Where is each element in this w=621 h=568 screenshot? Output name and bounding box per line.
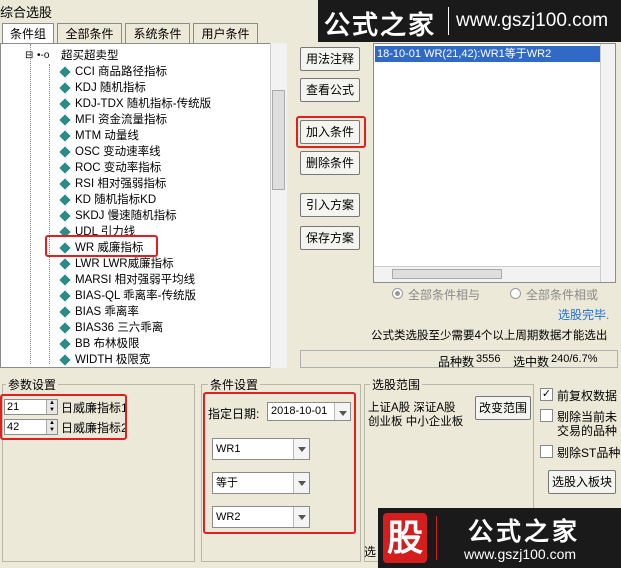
tree-item[interactable]: MFI 资金流量指标 — [1, 112, 271, 128]
indicator-icon — [59, 98, 71, 110]
or-radio-label: 全部条件相或 — [526, 288, 599, 302]
watermark-brand-bottom: 公式之家 — [468, 518, 581, 546]
watermark-url-bottom: www.gszj100.com — [464, 546, 577, 562]
tree-item[interactable]: SKDJ 慢速随机指标 — [1, 208, 271, 224]
tab-user-conditions[interactable]: 用户条件 — [193, 23, 258, 44]
total-label: 品种数 — [438, 355, 475, 369]
change-range-button[interactable]: 改变范围 — [475, 396, 531, 420]
tree-scrollbar-thumb[interactable] — [272, 90, 285, 190]
range-bottom-label: 选 — [364, 545, 377, 559]
indicator-icon — [59, 290, 71, 302]
select-to-block-button[interactable]: 选股入板块 — [548, 470, 616, 494]
condition-list[interactable]: 18-10-01 WR(21,42):WR1等于WR2 — [373, 43, 616, 283]
exclude-st-checkbox[interactable] — [540, 445, 553, 458]
indicator-icon — [59, 82, 71, 94]
indicator-icon — [59, 66, 71, 78]
tree-item[interactable]: WIDTH 极限宽 — [1, 352, 271, 367]
total-value: 3556 — [476, 353, 501, 365]
condition-list-item[interactable]: 18-10-01 WR(21,42):WR1等于WR2 — [375, 46, 601, 62]
highlight-add-button — [296, 116, 366, 148]
tree-item[interactable]: KDJ-TDX 随机指标-传统版 — [1, 96, 271, 112]
tree-item[interactable]: KD 随机指标KD — [1, 192, 271, 208]
import-plan-button[interactable]: 引入方案 — [300, 193, 360, 217]
status-done: 选股完毕. — [558, 308, 610, 322]
and-radio[interactable] — [392, 288, 403, 299]
tree-root-node[interactable]: ⊟ •-o 超买超卖型 — [1, 48, 271, 64]
status-note: 公式类选股至少需要4个以上周期数据才能选出 — [371, 330, 608, 342]
highlight-cond-settings — [203, 392, 356, 534]
status-bar: 品种数 3556 选中数 240/6.7% — [300, 350, 618, 369]
exclude-st-label: 剔除ST品种 — [557, 446, 621, 460]
and-radio-label: 全部条件相与 — [408, 288, 481, 302]
tree-item[interactable]: CCI 商品路径指标 — [1, 64, 271, 80]
condition-list-hscroll-thumb[interactable] — [392, 269, 502, 279]
or-radio[interactable] — [510, 288, 521, 299]
tree-item[interactable]: LWR LWR威廉指标 — [1, 256, 271, 272]
tree-item[interactable]: BIAS 乖离率 — [1, 304, 271, 320]
watermark-divider — [436, 516, 437, 560]
tab-all-conditions[interactable]: 全部条件 — [57, 23, 122, 44]
view-formula-button[interactable]: 查看公式 — [300, 78, 360, 102]
tree-item[interactable]: ROC 变动率指标 — [1, 160, 271, 176]
exclude-suspended-label-2: 交易的品种 — [557, 424, 618, 438]
condition-list-vscroll[interactable] — [600, 44, 615, 282]
key-icon: •-o — [37, 50, 50, 61]
tree-item[interactable]: MARSI 相对强弱平均线 — [1, 272, 271, 288]
cond-settings-title: 条件设置 — [208, 376, 261, 393]
indicator-icon — [59, 130, 71, 142]
adjust-label: 前复权数据 — [557, 389, 618, 403]
selected-label: 选中数 — [513, 355, 550, 369]
indicator-icon — [59, 306, 71, 318]
indicator-icon — [59, 194, 71, 206]
tree-item[interactable]: BIAS-QL 乖离率-传统版 — [1, 288, 271, 304]
watermark-url: www.gszj100.com — [456, 10, 609, 31]
watermark-bottom: 股 公式之家 www.gszj100.com — [378, 508, 621, 568]
adjust-checkbox[interactable]: ✓ — [540, 388, 553, 401]
exclude-suspended-checkbox[interactable] — [540, 409, 553, 422]
window-title: 综合选股 — [0, 5, 53, 20]
tree-item[interactable]: BB 布林极限 — [1, 336, 271, 352]
range-title: 选股范围 — [370, 376, 423, 393]
watermark-top: 公式之家 www.gszj100.com — [318, 0, 621, 42]
highlight-wr-item — [45, 235, 158, 257]
highlight-params — [0, 394, 127, 440]
indicator-icon — [59, 354, 71, 366]
selected-value: 240/6.7% — [551, 353, 598, 365]
watermark-brand: 公式之家 — [324, 10, 437, 40]
indicator-icon — [59, 210, 71, 222]
range-line2: 创业板 中小企业板 — [368, 416, 464, 428]
delete-condition-button[interactable]: 删除条件 — [300, 151, 360, 175]
indicator-icon — [59, 274, 71, 286]
params-title: 参数设置 — [6, 376, 59, 393]
tree-item[interactable]: RSI 相对强弱指标 — [1, 176, 271, 192]
watermark-stock-logo: 股 — [383, 513, 427, 563]
save-plan-button[interactable]: 保存方案 — [300, 226, 360, 250]
indicator-icon — [59, 258, 71, 270]
tree-root-label: 超买超卖型 — [61, 50, 119, 62]
tab-condition-group[interactable]: 条件组 — [2, 23, 54, 45]
tree-item[interactable]: BIAS36 三六乖离 — [1, 320, 271, 336]
indicator-tree[interactable]: ⊟ •-o 超买超卖型 CCI 商品路径指标 KDJ 随机指标 KDJ-TDX … — [0, 43, 287, 368]
indicator-icon — [59, 114, 71, 126]
indicator-icon — [59, 178, 71, 190]
tree-item[interactable]: MTM 动量线 — [1, 128, 271, 144]
collapse-icon: ⊟ — [25, 50, 34, 61]
watermark-divider — [448, 7, 449, 35]
tree-item[interactable]: OSC 变动速率线 — [1, 144, 271, 160]
indicator-icon — [59, 162, 71, 174]
tab-system-conditions[interactable]: 系统条件 — [125, 23, 190, 44]
indicator-icon — [59, 338, 71, 350]
usage-notes-button[interactable]: 用法注释 — [300, 47, 360, 71]
tree-item[interactable]: KDJ 随机指标 — [1, 80, 271, 96]
indicator-icon — [59, 146, 71, 158]
indicator-icon — [59, 322, 71, 334]
